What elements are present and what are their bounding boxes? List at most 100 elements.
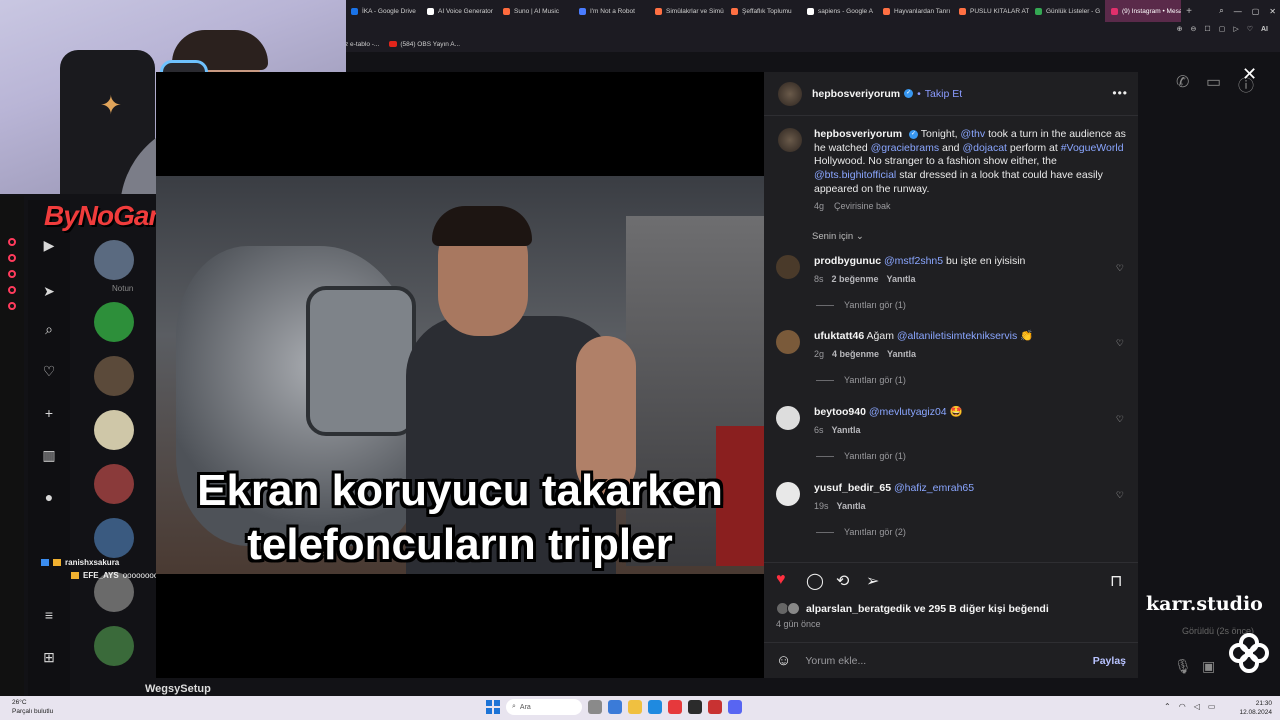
avatar[interactable] xyxy=(776,406,800,430)
video-call-icon[interactable]: ▭ xyxy=(1206,72,1221,92)
app-icon[interactable] xyxy=(688,700,702,714)
search-icon[interactable]: ⌕ xyxy=(40,320,58,338)
messages-icon[interactable]: ➤ xyxy=(40,282,58,300)
weather-widget[interactable]: 26°C Parçalı bulutlu xyxy=(12,698,53,716)
browser-tab[interactable]: PUSLU KITALAR AT xyxy=(953,0,1029,22)
taskbar-search[interactable]: ⌕ Ara xyxy=(506,699,582,715)
reel-video[interactable]: Ekran koruyucu takarken telefoncuların t… xyxy=(156,72,764,678)
dm-thread[interactable] xyxy=(94,626,154,666)
dm-thread[interactable] xyxy=(94,240,154,280)
close-window-button[interactable]: ✕ xyxy=(1269,7,1276,16)
comment-input[interactable]: Yorum ekle... xyxy=(805,655,1092,667)
chevron-up-icon[interactable]: ⌃ xyxy=(1164,702,1171,711)
dashboard-icon[interactable]: ▥ xyxy=(40,446,58,464)
share-icon[interactable]: ➢ xyxy=(866,571,879,591)
like-comment-icon[interactable]: ♡ xyxy=(1116,414,1124,425)
battery-icon[interactable]: ▭ xyxy=(1208,702,1216,711)
post-username[interactable]: hepbosveriyorum xyxy=(812,88,900,100)
view-replies-button[interactable]: Yanıtları gör (1) xyxy=(816,451,1132,461)
dm-thread[interactable] xyxy=(94,518,154,558)
emoji-icon[interactable]: ☺ xyxy=(776,652,791,669)
view-replies-button[interactable]: Yanıtları gör (1) xyxy=(816,375,1132,385)
reels-icon[interactable]: ▶ xyxy=(40,236,58,254)
edge-icon[interactable] xyxy=(648,700,662,714)
browser-tab[interactable]: Hayvanlardan Tanrı xyxy=(877,0,953,22)
reply-button[interactable]: Yanıtla xyxy=(887,274,916,284)
notifications-icon[interactable]: ♡ xyxy=(40,362,58,380)
likes-summary[interactable]: alparslan_beratgedik ve 295 B diğer kişi… xyxy=(776,602,1049,615)
opera-gx-icon[interactable] xyxy=(668,700,682,714)
maximize-button[interactable]: ▢ xyxy=(1252,7,1260,16)
copilot-icon[interactable] xyxy=(608,700,622,714)
reply-button[interactable]: Yanıtla xyxy=(887,349,916,359)
mic-icon[interactable]: 🎙 xyxy=(1174,658,1192,675)
zoom-out-icon[interactable]: ⊖ xyxy=(1191,25,1197,33)
dm-thread[interactable] xyxy=(94,356,154,396)
browser-tab[interactable]: sapiens - Google A xyxy=(801,0,877,22)
mention-link[interactable]: @mstf2shn5 xyxy=(884,255,943,267)
browser-tab[interactable]: Şeffaflık Toplumu xyxy=(725,0,801,22)
comment-username[interactable]: yusuf_bedir_65 xyxy=(814,482,891,494)
comment-username[interactable]: ufuktatt46 xyxy=(814,330,864,342)
comment-sort-dropdown[interactable]: Senin için ⌄ xyxy=(812,231,864,242)
volume-icon[interactable]: ◁ xyxy=(1194,702,1200,711)
comment-username[interactable]: beytoo940 xyxy=(814,406,866,418)
avatar[interactable] xyxy=(778,81,802,106)
minimize-button[interactable]: — xyxy=(1234,7,1242,16)
mention-link[interactable]: @mevlutyagiz04 xyxy=(869,406,947,418)
browser-tab[interactable]: Günlük Listeler - G xyxy=(1029,0,1105,22)
browser-tab[interactable]: İKA - Google Drive xyxy=(345,0,421,22)
play-icon[interactable]: ▷ xyxy=(1233,25,1238,33)
mention-link[interactable]: @hafiz_emrah65 xyxy=(894,482,974,494)
heart-icon[interactable]: ♡ xyxy=(1247,25,1253,33)
menu-icon[interactable]: ≡ xyxy=(40,606,58,624)
like-comment-icon[interactable]: ♡ xyxy=(1116,263,1124,274)
clock[interactable]: 21:30 12.08.2024 xyxy=(1239,699,1272,717)
screenshot-icon[interactable]: ☐ xyxy=(1204,25,1210,33)
repost-icon[interactable]: ⟲ xyxy=(836,571,849,591)
view-replies-button[interactable]: Yanıtları gör (1) xyxy=(816,300,1132,310)
also-from-meta-icon[interactable]: ⊞ xyxy=(40,648,58,666)
browser-tab[interactable]: Simülakrlar ve Simü xyxy=(649,0,725,22)
like-comment-icon[interactable]: ♡ xyxy=(1116,338,1124,349)
like-icon[interactable]: ♥ xyxy=(776,571,786,589)
comment-likes[interactable]: 2 beğenme xyxy=(832,274,879,284)
mention-link[interactable]: @graciebrams xyxy=(871,142,939,154)
save-icon[interactable]: ⊓ xyxy=(1110,571,1122,591)
search-tabs-icon[interactable]: ⌕ xyxy=(1219,6,1223,16)
reply-button[interactable]: Yanıtla xyxy=(832,425,861,435)
dm-thread[interactable] xyxy=(94,410,154,450)
bookmark-item[interactable]: (584) OBS Yayın A... xyxy=(389,41,460,48)
see-translation-link[interactable]: Çevirisine bak xyxy=(834,201,891,211)
comment-icon[interactable]: ◯ xyxy=(806,571,824,591)
task-view-icon[interactable] xyxy=(588,700,602,714)
browser-tab[interactable]: Suno | AI Music xyxy=(497,0,573,22)
dm-thread[interactable] xyxy=(94,302,154,342)
file-explorer-icon[interactable] xyxy=(628,700,642,714)
wifi-icon[interactable]: ◠ xyxy=(1179,702,1186,711)
close-icon[interactable]: ✕ xyxy=(1242,64,1257,85)
avatar[interactable] xyxy=(776,255,800,279)
bookmark-icon[interactable]: ▢ xyxy=(1219,25,1226,33)
mention-link[interactable]: @bts.bighitofficial xyxy=(814,169,896,181)
new-tab-button[interactable]: + xyxy=(1181,6,1197,17)
mention-link[interactable]: @thv xyxy=(960,128,985,140)
hashtag-link[interactable]: #VogueWorld xyxy=(1061,142,1124,154)
view-replies-button[interactable]: Yanıtları gör (2) xyxy=(816,527,1132,537)
browser-tab[interactable]: (9) Instagram • Mesajlar xyxy=(1105,0,1181,22)
phone-icon[interactable]: ✆ xyxy=(1176,72,1189,92)
bookmark-item[interactable]: z e-tablo -... xyxy=(345,41,379,48)
comment-likes[interactable]: 4 beğenme xyxy=(832,349,879,359)
follow-button[interactable]: Takip Et xyxy=(925,88,962,100)
create-icon[interactable]: + xyxy=(40,404,58,422)
start-button[interactable] xyxy=(486,700,500,714)
like-comment-icon[interactable]: ♡ xyxy=(1116,490,1124,501)
avatar[interactable] xyxy=(776,330,800,354)
browser-tab[interactable]: I'm Not a Robot xyxy=(573,0,649,22)
comment-username[interactable]: prodbygunuc xyxy=(814,255,881,267)
mention-link[interactable]: @altaniletisimteknikservis xyxy=(897,330,1017,342)
avatar[interactable] xyxy=(778,128,802,152)
image-icon[interactable]: ▣ xyxy=(1202,658,1215,675)
discord-icon[interactable] xyxy=(728,700,742,714)
post-comment-button[interactable]: Paylaş xyxy=(1093,655,1126,667)
